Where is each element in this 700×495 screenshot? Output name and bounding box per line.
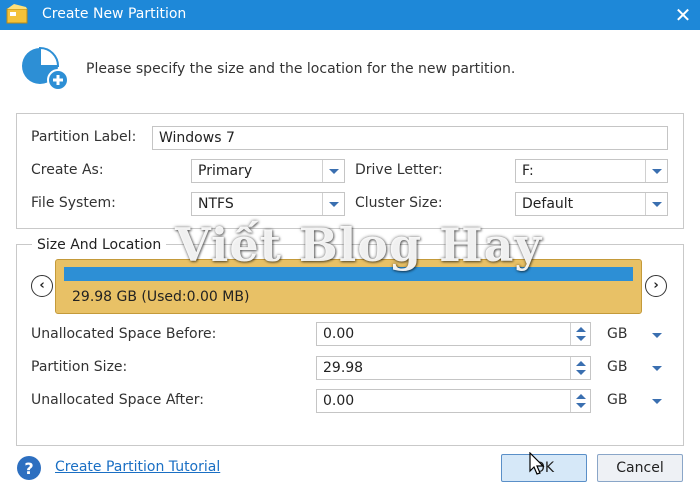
- partition-size-input[interactable]: 29.98: [316, 356, 591, 380]
- unallocated-after-unit: GB: [607, 392, 628, 408]
- create-as-label: Create As:: [31, 162, 104, 178]
- unallocated-after-value: 0.00: [323, 393, 355, 409]
- file-system-select[interactable]: NTFS: [191, 192, 345, 216]
- unallocated-before-input[interactable]: 0.00: [316, 322, 591, 346]
- chevron-right-icon[interactable]: ›: [645, 275, 667, 297]
- unallocated-before-value: 0.00: [323, 326, 355, 342]
- cluster-size-select[interactable]: Default: [515, 192, 668, 216]
- partition-size-value: 29.98: [323, 360, 364, 376]
- spinner-arrows[interactable]: [570, 323, 590, 345]
- title-bar: Create New Partition ✕: [0, 0, 700, 30]
- partition-size-unit: GB: [607, 359, 628, 375]
- spin-down-icon[interactable]: [576, 336, 586, 341]
- partition-add-icon: [22, 46, 69, 91]
- partition-label-label: Partition Label:: [31, 129, 137, 145]
- unallocated-after-label: Unallocated Space After:: [31, 392, 204, 408]
- create-as-value: Primary: [198, 163, 253, 179]
- create-partition-tutorial-link[interactable]: Create Partition Tutorial: [55, 459, 220, 475]
- partition-size-label: Partition Size:: [31, 359, 128, 375]
- size-location-legend: Size And Location: [32, 237, 167, 253]
- chevron-down-icon[interactable]: [650, 361, 664, 375]
- cluster-size-value: Default: [522, 196, 574, 212]
- spinner-arrows[interactable]: [570, 357, 590, 379]
- chevron-down-icon[interactable]: [322, 160, 344, 182]
- mouse-cursor-icon: [529, 452, 545, 475]
- unallocated-after-input[interactable]: 0.00: [316, 389, 591, 413]
- chevron-down-icon[interactable]: [650, 328, 664, 342]
- spin-down-icon[interactable]: [576, 370, 586, 375]
- partition-label-input[interactable]: Windows 7: [152, 126, 668, 150]
- spinner-arrows[interactable]: [570, 390, 590, 412]
- partition-size-info: 29.98 GB (Used:0.00 MB): [72, 289, 250, 305]
- drive-letter-value: F:: [522, 163, 534, 179]
- spin-up-icon[interactable]: [576, 394, 586, 399]
- drive-letter-select[interactable]: F:: [515, 159, 668, 183]
- chevron-down-icon[interactable]: [322, 193, 344, 215]
- unallocated-before-unit: GB: [607, 326, 628, 342]
- spin-up-icon[interactable]: [576, 327, 586, 332]
- file-system-label: File System:: [31, 195, 116, 211]
- svg-text:?: ?: [24, 459, 33, 478]
- drive-letter-label: Drive Letter:: [355, 162, 443, 178]
- unallocated-before-label: Unallocated Space Before:: [31, 326, 217, 342]
- close-icon[interactable]: ✕: [666, 0, 700, 30]
- file-system-value: NTFS: [198, 196, 234, 212]
- minitool-app-icon: [6, 4, 28, 24]
- create-as-select[interactable]: Primary: [191, 159, 345, 183]
- chevron-down-icon[interactable]: [645, 193, 667, 215]
- chevron-left-icon[interactable]: ‹: [31, 275, 53, 297]
- window-title: Create New Partition: [42, 6, 187, 22]
- spin-down-icon[interactable]: [576, 403, 586, 408]
- instruction-text: Please specify the size and the location…: [86, 61, 516, 77]
- help-icon[interactable]: ?: [16, 455, 42, 481]
- cluster-size-label: Cluster Size:: [355, 195, 443, 211]
- cancel-button[interactable]: Cancel: [597, 454, 683, 482]
- spin-up-icon[interactable]: [576, 361, 586, 366]
- watermark-text: Viết Blog Hay: [175, 218, 543, 272]
- chevron-down-icon[interactable]: [650, 394, 664, 408]
- chevron-down-icon[interactable]: [645, 160, 667, 182]
